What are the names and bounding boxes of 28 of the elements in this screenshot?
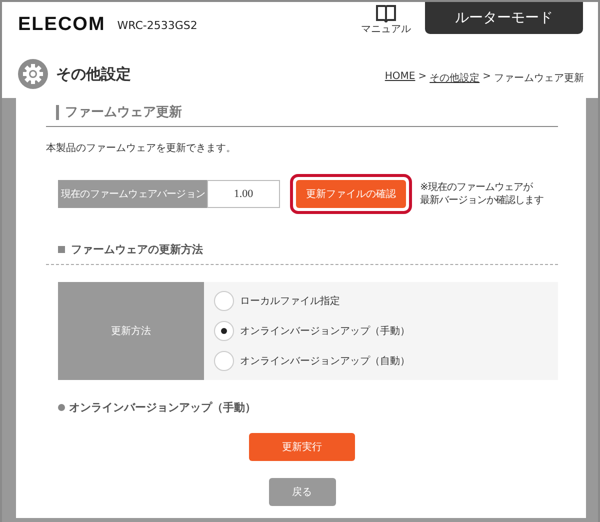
radio-option[interactable]: ローカルファイル指定 — [214, 291, 340, 311]
breadcrumb-text: > — [418, 71, 427, 84]
breadcrumb-link[interactable]: その他設定 — [430, 71, 480, 85]
description: 本製品のファームウェアを更新できます。 — [46, 142, 237, 155]
radio-button[interactable] — [214, 321, 234, 341]
radio-button[interactable] — [214, 351, 234, 371]
subsection-title: ファームウェアの更新方法 — [71, 242, 203, 257]
model-name: WRC-2533GS2 — [117, 19, 198, 32]
note-text: ※現在のファームウェアが 最新バージョンか確認します — [420, 181, 544, 207]
radio-option[interactable]: オンラインバージョンアップ（自動） — [214, 351, 410, 371]
section-title: ファームウェア更新 — [65, 104, 182, 121]
radio-button[interactable] — [214, 291, 234, 311]
breadcrumb-text: ファームウェア更新 — [494, 72, 584, 85]
method-label: 更新方法 — [58, 282, 204, 380]
page-title: その他設定 — [56, 64, 131, 84]
round-bullet-icon — [58, 404, 65, 411]
gear-icon — [18, 59, 48, 89]
logo: ELECOM — [18, 14, 106, 36]
radio-option[interactable]: オンラインバージョンアップ（手動） — [214, 321, 410, 341]
book-icon — [375, 4, 397, 24]
manual-link[interactable]: マニュアル — [357, 4, 415, 35]
mode-indicator: ルーターモード — [425, 2, 583, 34]
version-value: 1.00 — [207, 180, 280, 208]
breadcrumb-text: > — [482, 71, 491, 84]
breadcrumb-link[interactable]: HOME — [384, 71, 416, 85]
subsection-title: オンラインバージョンアップ（手動） — [69, 400, 256, 415]
version-label: 現在のファームウェアバージョン — [58, 180, 207, 208]
square-bullet-icon — [58, 246, 65, 253]
